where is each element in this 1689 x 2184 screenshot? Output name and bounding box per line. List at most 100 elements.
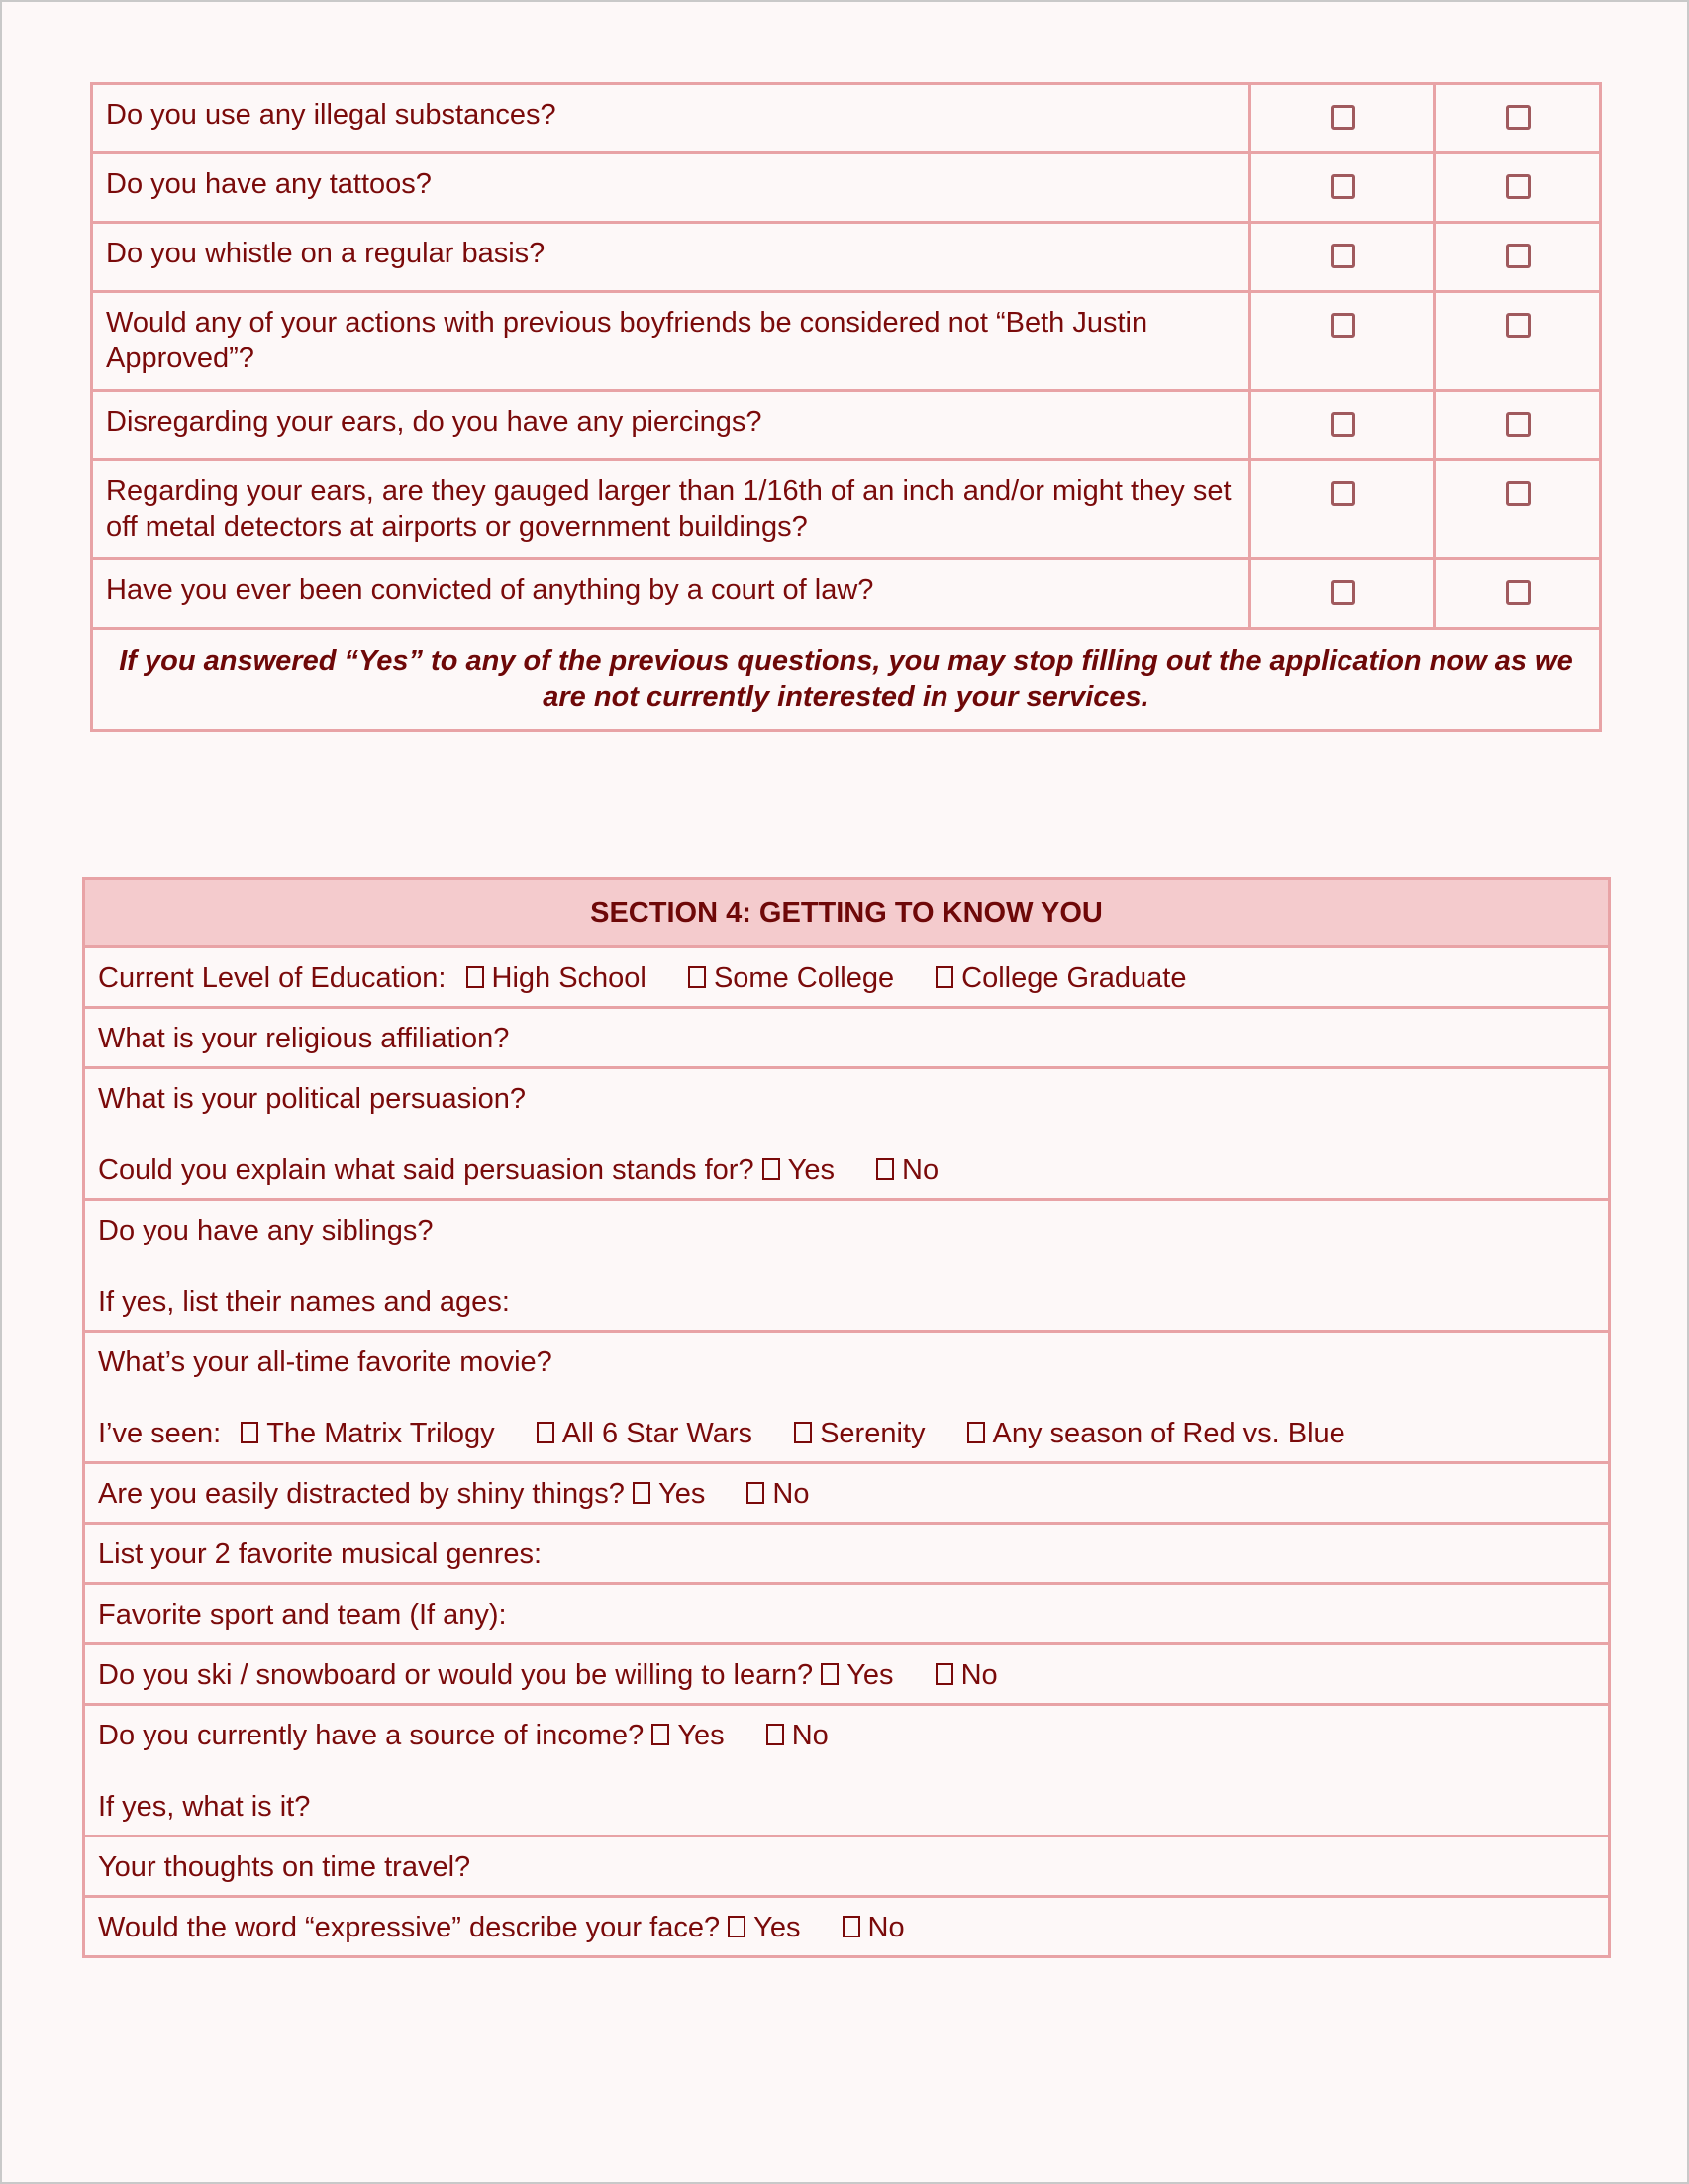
siblings-names-question[interactable]: If yes, list their names and ages:: [98, 1284, 1596, 1320]
checkbox-icon[interactable]: [687, 966, 706, 988]
checkbox-icon[interactable]: [761, 1158, 780, 1180]
no-checkbox[interactable]: [1505, 105, 1531, 130]
table-row: If you answered “Yes” to any of the prev…: [90, 627, 1602, 732]
shiny-question: Are you easily distracted by shiny thing…: [98, 1478, 625, 1510]
checkbox-icon[interactable]: [821, 1663, 840, 1685]
yes-checkbox[interactable]: [1330, 174, 1355, 199]
seen-label: I’ve seen:: [98, 1418, 222, 1449]
option-college-graduate[interactable]: College Graduate: [936, 962, 1186, 994]
option-matrix[interactable]: The Matrix Trilogy: [241, 1418, 495, 1449]
siblings-question[interactable]: Do you have any siblings?: [98, 1213, 1596, 1248]
yes-cell: [1248, 458, 1436, 560]
yes-checkbox[interactable]: [1330, 580, 1355, 605]
option-red-vs-blue[interactable]: Any season of Red vs. Blue: [966, 1418, 1345, 1449]
education-row: Current Level of Education: High School …: [82, 945, 1611, 1009]
expressive-question: Would the word “expressive” describe you…: [98, 1912, 721, 1943]
movie-row: What’s your all-time favorite movie? I’v…: [82, 1330, 1611, 1464]
checkbox-icon[interactable]: [842, 1916, 860, 1937]
checkbox-icon[interactable]: [728, 1916, 746, 1937]
table-row: Regarding your ears, are they gauged lar…: [90, 458, 1602, 560]
music-row[interactable]: List your 2 favorite musical genres:: [82, 1522, 1611, 1585]
shiny-row: Are you easily distracted by shiny thing…: [82, 1461, 1611, 1525]
table-row: Do you use any illegal substances?: [90, 82, 1602, 154]
no-checkbox[interactable]: [1505, 481, 1531, 506]
checkbox-icon[interactable]: [966, 1422, 985, 1443]
checkbox-icon[interactable]: [241, 1422, 259, 1443]
yes-cell: [1248, 290, 1436, 392]
option-yes[interactable]: Yes: [761, 1154, 835, 1186]
yes-checkbox[interactable]: [1330, 412, 1355, 437]
checkbox-icon[interactable]: [794, 1422, 813, 1443]
option-serenity[interactable]: Serenity: [794, 1418, 925, 1449]
checkbox-icon[interactable]: [465, 966, 484, 988]
section-title: SECTION 4: GETTING TO KNOW YOU: [82, 877, 1611, 948]
checkbox-icon[interactable]: [935, 1663, 953, 1685]
yes-checkbox[interactable]: [1330, 244, 1355, 268]
option-yes[interactable]: Yes: [651, 1720, 725, 1751]
option-no[interactable]: No: [876, 1154, 939, 1186]
option-no[interactable]: No: [765, 1720, 829, 1751]
no-checkbox[interactable]: [1505, 174, 1531, 199]
checkbox-icon[interactable]: [876, 1158, 895, 1180]
yes-checkbox[interactable]: [1330, 481, 1355, 506]
no-checkbox[interactable]: [1505, 313, 1531, 338]
option-no[interactable]: No: [746, 1478, 809, 1510]
ski-question: Do you ski / snowboard or would you be w…: [98, 1659, 814, 1691]
option-high-school[interactable]: High School: [465, 962, 646, 994]
income-row: Do you currently have a source of income…: [82, 1703, 1611, 1837]
movie-question[interactable]: What’s your all-time favorite movie?: [98, 1344, 1596, 1380]
question-text: Do you have any tattoos?: [90, 151, 1251, 224]
no-cell: [1433, 290, 1602, 392]
table-row: Have you ever been convicted of anything…: [90, 557, 1602, 630]
yes-cell: [1248, 389, 1436, 461]
question-text: Do you use any illegal substances?: [90, 82, 1251, 154]
option-no[interactable]: No: [842, 1912, 905, 1943]
table-row: Do you whistle on a regular basis?: [90, 221, 1602, 293]
checkbox-icon[interactable]: [633, 1482, 651, 1504]
section3-yes-no-table: Do you use any illegal substances? Do yo…: [90, 82, 1602, 732]
time-travel-row[interactable]: Your thoughts on time travel?: [82, 1835, 1611, 1898]
option-yes[interactable]: Yes: [633, 1478, 705, 1510]
yes-cell: [1248, 221, 1436, 293]
stop-note: If you answered “Yes” to any of the prev…: [90, 627, 1602, 732]
sport-row[interactable]: Favorite sport and team (If any):: [82, 1582, 1611, 1645]
question-text: Do you whistle on a regular basis?: [90, 221, 1251, 293]
option-no[interactable]: No: [935, 1659, 998, 1691]
table-row: Would any of your actions with previous …: [90, 290, 1602, 392]
option-yes[interactable]: Yes: [728, 1912, 800, 1943]
income-what-question[interactable]: If yes, what is it?: [98, 1789, 1596, 1825]
option-yes[interactable]: Yes: [821, 1659, 894, 1691]
expressive-row: Would the word “expressive” describe you…: [82, 1895, 1611, 1958]
no-cell: [1433, 458, 1602, 560]
religion-row[interactable]: What is your religious affiliation?: [82, 1006, 1611, 1069]
politics-row: What is your political persuasion? Could…: [82, 1066, 1611, 1201]
checkbox-icon[interactable]: [651, 1724, 670, 1745]
yes-checkbox[interactable]: [1330, 105, 1355, 130]
checkbox-icon[interactable]: [936, 966, 954, 988]
education-label: Current Level of Education:: [98, 962, 447, 994]
section4-table: SECTION 4: GETTING TO KNOW YOU Current L…: [82, 877, 1611, 1958]
no-cell: [1433, 221, 1602, 293]
yes-checkbox[interactable]: [1330, 313, 1355, 338]
yes-cell: [1248, 151, 1436, 224]
no-checkbox[interactable]: [1505, 412, 1531, 437]
table-row: Do you have any tattoos?: [90, 151, 1602, 224]
no-cell: [1433, 557, 1602, 630]
question-text: Disregarding your ears, do you have any …: [90, 389, 1251, 461]
no-cell: [1433, 151, 1602, 224]
checkbox-icon[interactable]: [765, 1724, 784, 1745]
politics-explain-question: Could you explain what said persuasion s…: [98, 1154, 754, 1186]
no-cell: [1433, 82, 1602, 154]
option-star-wars[interactable]: All 6 Star Wars: [536, 1418, 752, 1449]
checkbox-icon[interactable]: [746, 1482, 765, 1504]
no-checkbox[interactable]: [1505, 244, 1531, 268]
income-question: Do you currently have a source of income…: [98, 1720, 645, 1751]
option-some-college[interactable]: Some College: [687, 962, 894, 994]
ski-row: Do you ski / snowboard or would you be w…: [82, 1642, 1611, 1706]
checkbox-icon[interactable]: [536, 1422, 554, 1443]
no-checkbox[interactable]: [1505, 580, 1531, 605]
yes-cell: [1248, 557, 1436, 630]
politics-question[interactable]: What is your political persuasion?: [98, 1081, 1596, 1117]
question-text: Have you ever been convicted of anything…: [90, 557, 1251, 630]
no-cell: [1433, 389, 1602, 461]
